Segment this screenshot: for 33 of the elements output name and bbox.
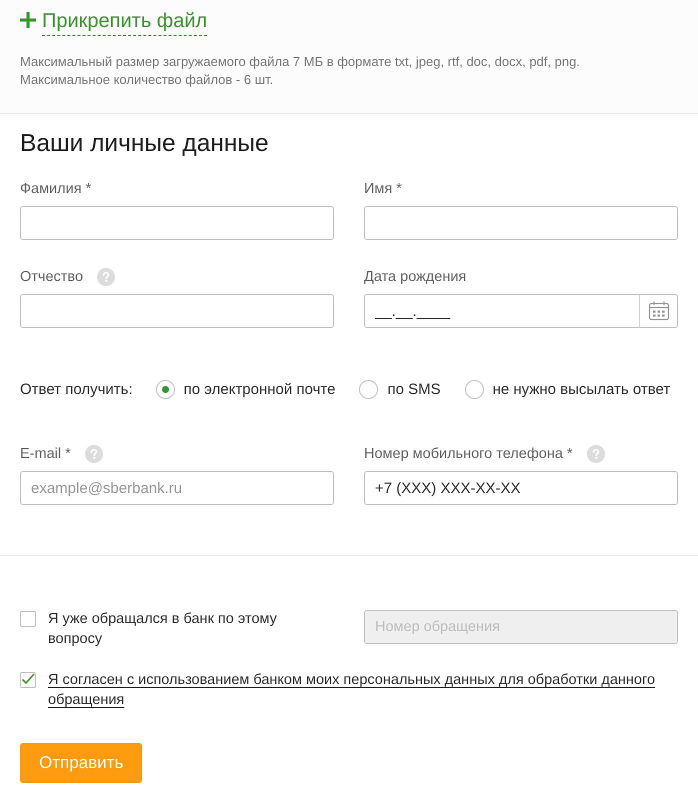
radio-button[interactable] [464, 380, 484, 398]
text-field[interactable]: example@sberbank.ru [20, 471, 334, 505]
field-label: Отчество [20, 268, 84, 287]
date-field[interactable]: __.__.____ [364, 294, 639, 328]
text-field[interactable] [20, 294, 334, 328]
field-label: Фамилия * [20, 180, 92, 199]
help-icon[interactable] [84, 445, 103, 463]
tick-icon [21, 673, 35, 686]
reply-label: Ответ получить: [20, 380, 133, 398]
checkbox-label: Я уже обращался в банк по этому вопросу [48, 610, 278, 649]
consent-link[interactable]: Я согласен с использованием банком моих персональных данных для обработки данного обращения [48, 670, 673, 710]
field-label: Имя * [364, 180, 402, 199]
calendar-button[interactable] [639, 294, 678, 328]
radio-option[interactable]: не нужно высылать ответ [464, 380, 670, 398]
field-label: Номер мобильного телефона * [364, 445, 573, 464]
text-field[interactable] [20, 206, 334, 240]
text-field[interactable]: +7 (XXX) XXX-XX-XX [364, 471, 678, 505]
checkbox[interactable] [20, 672, 36, 688]
help-icon[interactable] [97, 268, 116, 286]
checkbox[interactable] [20, 611, 36, 627]
plus-icon [20, 12, 36, 28]
radio-button[interactable] [156, 380, 175, 398]
upload-note: Максимальный размер загружаемого файла 7 МБ в формате txt, jpeg, rtf, doc, docx, pdf, png. [20, 53, 581, 71]
text-field[interactable] [364, 206, 678, 240]
radio-option[interactable]: по SMS [359, 380, 441, 398]
upload-note: Максимальное количество файлов - 6 шт. [20, 71, 274, 89]
section-title: Ваши личные данные [20, 129, 270, 159]
field-label: E-mail * [20, 445, 71, 464]
radio-option[interactable]: по электронной почте [156, 380, 336, 398]
calendar-icon [648, 300, 670, 322]
help-icon[interactable] [586, 445, 605, 463]
field-label: Дата рождения [364, 268, 466, 287]
radio-button[interactable] [359, 380, 378, 398]
